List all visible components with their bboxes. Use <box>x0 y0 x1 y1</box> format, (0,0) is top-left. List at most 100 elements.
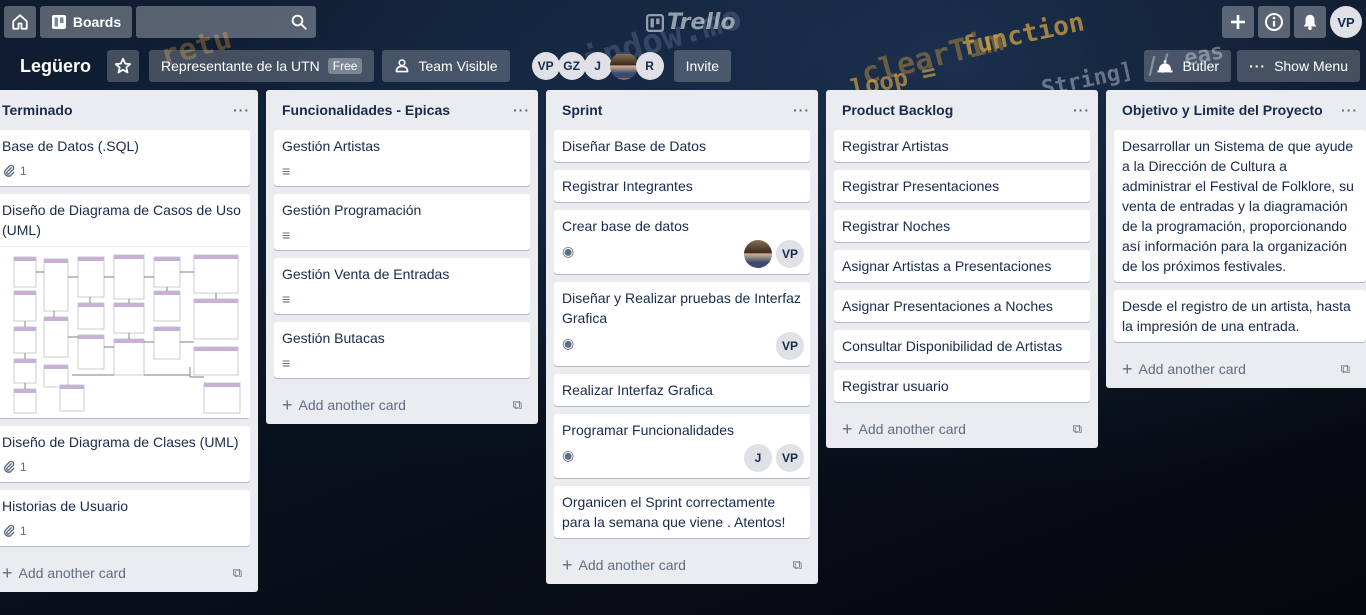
card[interactable]: Registrar Artistas <box>834 130 1090 162</box>
board-title[interactable]: Legüero <box>20 56 91 77</box>
search-input[interactable] <box>136 6 316 38</box>
card-template-icon[interactable]: ⧉ <box>513 397 522 413</box>
board-members: VP GZ J R <box>531 52 664 80</box>
card[interactable]: Asignar Presentaciones a Noches <box>834 290 1090 322</box>
card[interactable]: Asignar Artistas a Presentaciones <box>834 250 1090 282</box>
watch-icon: ◉ <box>562 446 575 463</box>
list-sprint[interactable]: Sprint ··· Diseñar Base de Datos Registr… <box>546 90 818 584</box>
add-card-label: Add another card <box>578 557 686 573</box>
add-card-button[interactable]: + Add another card ⧉ <box>0 554 258 592</box>
list-menu-icon[interactable]: ··· <box>233 102 250 118</box>
card[interactable]: Registrar Presentaciones <box>834 170 1090 202</box>
list-menu-icon[interactable]: ··· <box>793 102 810 118</box>
card[interactable]: Base de Datos (.SQL) 1 <box>0 130 250 186</box>
card[interactable]: Programar Funcionalidades ◉ J VP <box>554 414 810 478</box>
add-card-button[interactable]: + Add another card ⧉ <box>1106 350 1366 388</box>
show-menu-label: Show Menu <box>1274 58 1348 74</box>
notifications-button[interactable] <box>1294 6 1326 38</box>
card-title: Registrar Noches <box>842 218 951 234</box>
card[interactable]: Gestión Artistas ≡ <box>274 130 530 186</box>
member-avatar[interactable]: VP <box>531 52 560 80</box>
add-card-button[interactable]: + Add another card ⧉ <box>546 546 818 584</box>
card-title: Crear base de datos <box>562 218 689 234</box>
card-template-icon[interactable]: ⧉ <box>1341 361 1350 377</box>
org-label: Representante de la UTN <box>161 58 320 74</box>
visibility-button[interactable]: Team Visible <box>382 50 510 82</box>
top-header: Boards Trello VP <box>0 0 1366 44</box>
card-template-icon[interactable]: ⧉ <box>1073 421 1082 437</box>
home-icon <box>12 14 28 30</box>
card[interactable]: Realizar Interfaz Grafica <box>554 374 810 406</box>
card-member-avatar-photo[interactable] <box>744 240 772 268</box>
member-avatar-photo[interactable] <box>609 52 638 80</box>
list-title[interactable]: Terminado <box>2 102 73 118</box>
butler-icon <box>1157 60 1174 73</box>
member-avatar[interactable]: J <box>583 52 612 80</box>
more-icon: ··· <box>1249 58 1267 74</box>
user-avatar[interactable]: VP <box>1330 6 1362 38</box>
butler-button[interactable]: Butler <box>1144 50 1232 82</box>
card-title: Gestión Artistas <box>282 138 381 154</box>
card[interactable]: Desde el registro de un artista, hasta l… <box>1114 290 1366 342</box>
attachment-count: 1 <box>20 524 27 538</box>
card[interactable]: Registrar usuario <box>834 370 1090 402</box>
list-title[interactable]: Sprint <box>562 102 602 118</box>
card-member-avatar[interactable]: VP <box>776 444 804 472</box>
card-template-icon[interactable]: ⧉ <box>793 557 802 573</box>
create-button[interactable] <box>1222 6 1254 38</box>
star-button[interactable] <box>107 50 140 82</box>
list-menu-icon[interactable]: ··· <box>1073 102 1090 118</box>
home-button[interactable] <box>4 6 36 38</box>
member-avatar[interactable]: GZ <box>557 52 586 80</box>
free-badge: Free <box>327 58 363 74</box>
card[interactable]: Diseño de Diagrama de Clases (UML) 1 <box>0 426 250 482</box>
card-title: Registrar Integrantes <box>562 178 693 194</box>
card-member-avatar[interactable]: VP <box>776 240 804 268</box>
bell-icon <box>1303 14 1317 31</box>
list-terminado[interactable]: Terminado ··· Base de Datos (.SQL) 1 Dis… <box>0 90 258 592</box>
org-button[interactable]: Representante de la UTN Free <box>149 50 375 82</box>
visibility-label: Team Visible <box>418 58 498 74</box>
card[interactable]: Gestión Programación ≡ <box>274 194 530 250</box>
add-card-button[interactable]: + Add another card ⧉ <box>826 410 1098 448</box>
invite-button[interactable]: Invite <box>673 50 732 82</box>
list-product-backlog[interactable]: Product Backlog ··· Registrar Artistas R… <box>826 90 1098 448</box>
card[interactable]: Organicen el Sprint correctamente para l… <box>554 486 810 538</box>
star-icon <box>114 57 132 74</box>
card[interactable]: Diseñar y Realizar pruebas de Interfaz G… <box>554 282 810 366</box>
list-menu-icon[interactable]: ··· <box>513 102 530 118</box>
list-menu-icon[interactable]: ··· <box>1341 102 1358 118</box>
boards-icon <box>51 15 66 29</box>
info-button[interactable] <box>1258 6 1290 38</box>
list-title[interactable]: Funcionalidades - Epicas <box>282 102 450 118</box>
boards-button[interactable]: Boards <box>40 6 132 38</box>
card[interactable]: Diseñar Base de Datos <box>554 130 810 162</box>
add-card-label: Add another card <box>1138 361 1246 377</box>
list-title[interactable]: Objetivo y Limite del Proyecto <box>1122 102 1323 118</box>
card[interactable]: Registrar Integrantes <box>554 170 810 202</box>
card-title: Registrar usuario <box>842 378 949 394</box>
card-template-icon[interactable]: ⧉ <box>233 565 242 581</box>
add-card-button[interactable]: + Add another card ⧉ <box>266 386 538 424</box>
card-title: Base de Datos (.SQL) <box>2 138 139 154</box>
plus-icon <box>1231 15 1245 29</box>
card[interactable]: Gestión Butacas ≡ <box>274 322 530 378</box>
member-avatar[interactable]: R <box>635 52 664 80</box>
list-funcionalidades[interactable]: Funcionalidades - Epicas ··· Gestión Art… <box>266 90 538 424</box>
card[interactable]: Historias de Usuario 1 <box>0 490 250 546</box>
card-member-avatar[interactable]: J <box>744 444 772 472</box>
card[interactable]: Consultar Disponibilidad de Artistas <box>834 330 1090 362</box>
list-title[interactable]: Product Backlog <box>842 102 953 118</box>
card-title: Desarrollar un Sistema de que ayude a la… <box>1122 138 1354 274</box>
card[interactable]: Gestión Venta de Entradas ≡ <box>274 258 530 314</box>
list-objetivo[interactable]: Objetivo y Limite del Proyecto ··· Desar… <box>1106 90 1366 388</box>
card-member-avatar[interactable]: VP <box>776 332 804 360</box>
card[interactable]: Desarrollar un Sistema de que ayude a la… <box>1114 130 1366 282</box>
card[interactable]: Diseño de Diagrama de Casos de Uso (UML) <box>0 194 250 418</box>
card[interactable]: Crear base de datos ◉ VP <box>554 210 810 274</box>
plus-icon: + <box>842 418 853 439</box>
attachment-count: 1 <box>20 460 27 474</box>
show-menu-button[interactable]: ··· Show Menu <box>1237 50 1360 82</box>
trello-logo[interactable]: Trello <box>646 10 736 35</box>
card[interactable]: Registrar Noches <box>834 210 1090 242</box>
